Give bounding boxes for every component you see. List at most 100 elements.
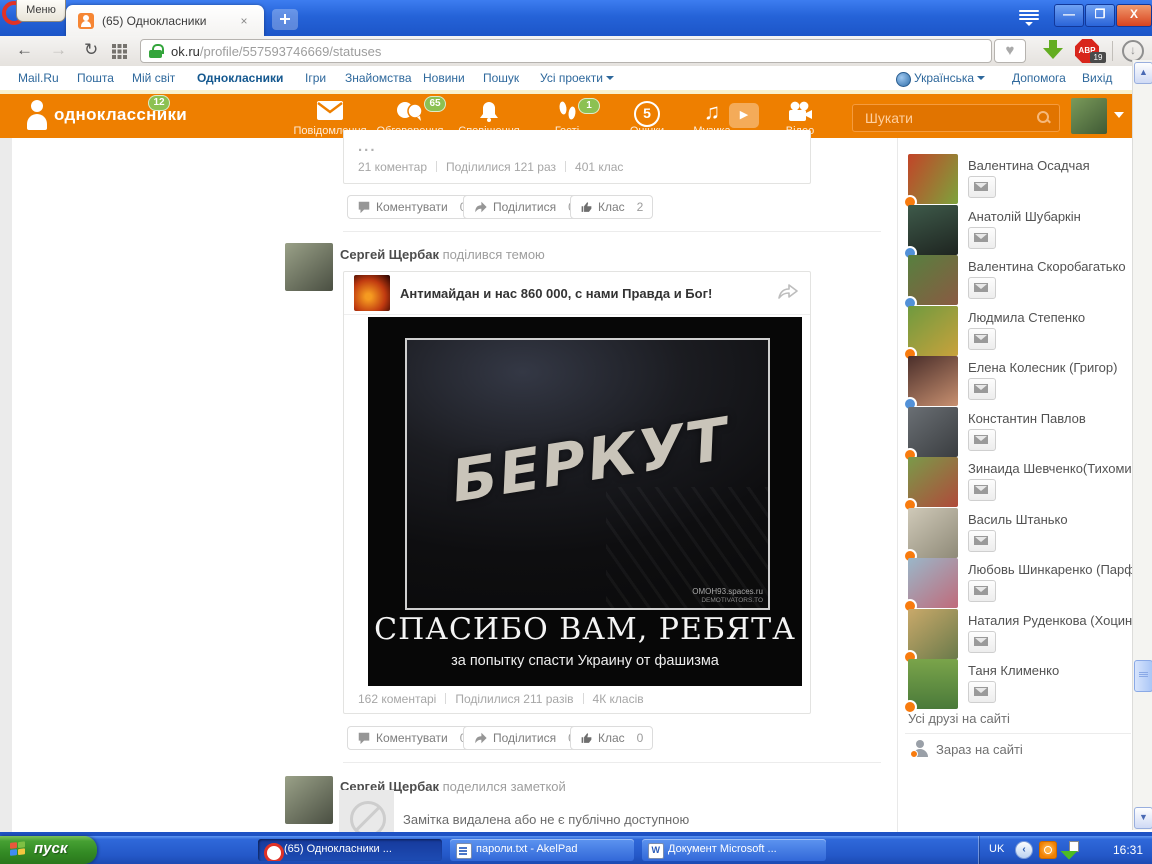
reload-button[interactable]: ↻: [84, 40, 98, 60]
nav-link-search[interactable]: Пошук: [483, 71, 519, 85]
friend-item[interactable]: Анатолій Шубаркін: [908, 205, 1132, 255]
send-message-button[interactable]: [968, 580, 996, 602]
friend-photo[interactable]: [908, 609, 958, 659]
friend-item[interactable]: Любовь Шинкаренко (Парф...: [908, 558, 1132, 608]
scroll-up-button[interactable]: ▲: [1134, 62, 1152, 84]
profile-dropdown-icon[interactable]: [1114, 112, 1124, 118]
friend-item[interactable]: Людмила Степенко: [908, 306, 1132, 356]
tray-downloader-icon[interactable]: [1063, 841, 1079, 857]
friend-name-link[interactable]: Людмила Степенко: [968, 310, 1132, 325]
nav-link-news[interactable]: Новини: [423, 71, 465, 85]
nav-link-myworld[interactable]: Мій світ: [132, 71, 175, 85]
friend-photo[interactable]: [908, 407, 958, 457]
nav-link-dating[interactable]: Знайомства: [345, 71, 412, 85]
likes-count-link[interactable]: 4К класів: [593, 692, 644, 706]
send-message-button[interactable]: [968, 479, 996, 501]
all-friends-link[interactable]: Усі друзі на сайті: [908, 711, 1010, 726]
like-button[interactable]: Клас0: [570, 726, 653, 750]
logout-link[interactable]: Вихід: [1082, 71, 1112, 85]
send-message-button[interactable]: [968, 328, 996, 350]
share-button[interactable]: Поділитися0: [463, 726, 585, 750]
new-tab-button[interactable]: [272, 9, 298, 30]
tab-menu-icon[interactable]: [1016, 8, 1042, 28]
friend-name-link[interactable]: Любовь Шинкаренко (Парф...: [968, 562, 1132, 577]
browser-menu-button[interactable]: Меню: [16, 0, 66, 22]
send-message-button[interactable]: [968, 429, 996, 451]
friend-photo[interactable]: [908, 457, 958, 507]
friend-photo[interactable]: [908, 306, 958, 356]
friend-name-link[interactable]: Валентина Осадчая: [968, 158, 1132, 173]
help-link[interactable]: Допомога: [1012, 71, 1066, 85]
friend-photo[interactable]: [908, 205, 958, 255]
nav-link-all-projects[interactable]: Усі проекти: [540, 71, 614, 85]
forward-button[interactable]: →: [50, 40, 67, 60]
page-scrollbar[interactable]: ▲ ▼: [1132, 60, 1152, 830]
comments-count-link[interactable]: 162 коментарі: [358, 692, 436, 706]
send-message-button[interactable]: [968, 227, 996, 249]
post-image[interactable]: БЕРКУТ OMOH93.spaces.ru DEMOTIVATORS.TO …: [368, 317, 802, 686]
window-minimize-button[interactable]: —: [1054, 4, 1084, 27]
friend-name-link[interactable]: Наталия Руденкова (Хоцин...: [968, 613, 1132, 628]
taskbar-task-opera[interactable]: (65) Однокласники ...: [258, 839, 442, 861]
friend-item[interactable]: Константин Павлов: [908, 407, 1132, 457]
friend-item[interactable]: Валентина Осадчая: [908, 154, 1132, 204]
taskbar-task-word[interactable]: Документ Microsoft ...: [642, 839, 826, 861]
taskbar-clock[interactable]: 16:31: [1113, 843, 1143, 857]
friend-name-link[interactable]: Константин Павлов: [968, 411, 1132, 426]
friend-name-link[interactable]: Елена Колесник (Григор): [968, 360, 1132, 375]
repost-arrow-icon[interactable]: [776, 282, 798, 307]
topic-title-link[interactable]: Антимайдан и нас 860 000, с нами Правда …: [400, 286, 712, 301]
bookmark-heart-button[interactable]: ♥: [994, 39, 1026, 63]
online-now-link[interactable]: Зараз на сайті: [936, 742, 1023, 757]
tab-close-icon[interactable]: ×: [236, 13, 252, 29]
start-button[interactable]: пуск: [0, 836, 97, 864]
likes-count-link[interactable]: 401 клас: [575, 160, 623, 174]
send-message-button[interactable]: [968, 277, 996, 299]
taskbar-task-akelpad[interactable]: пароли.txt - AkelPad: [450, 839, 634, 861]
friend-name-link[interactable]: Анатолій Шубаркін: [968, 209, 1132, 224]
friend-name-link[interactable]: Зинаида Шевченко(Тихоми...: [968, 461, 1132, 476]
search-box[interactable]: [852, 104, 1060, 132]
friend-name-link[interactable]: Василь Штанько: [968, 512, 1132, 527]
player-play-button[interactable]: ▶: [729, 103, 759, 128]
browser-tab[interactable]: (65) Однокласники ×: [66, 5, 264, 36]
friend-photo[interactable]: [908, 255, 958, 305]
post-author-link[interactable]: Сергей Щербак: [340, 247, 439, 262]
friend-photo[interactable]: [908, 508, 958, 558]
comments-count-link[interactable]: 21 коментар: [358, 160, 427, 174]
address-bar[interactable]: ok.ru/profile/557593746669/statuses: [140, 39, 992, 63]
friend-photo[interactable]: [908, 659, 958, 709]
language-indicator[interactable]: UK: [989, 843, 1004, 855]
downloads-button[interactable]: ↓: [1122, 40, 1144, 62]
send-message-button[interactable]: [968, 631, 996, 653]
nav-link-mailru[interactable]: Mail.Ru: [18, 71, 59, 85]
nav-link-games[interactable]: Ігри: [305, 71, 326, 85]
tray-orange-app-icon[interactable]: [1039, 841, 1057, 859]
like-button[interactable]: Клас2: [570, 195, 653, 219]
friend-item[interactable]: Зинаида Шевченко(Тихоми...: [908, 457, 1132, 507]
comment-button[interactable]: Коментувати0: [347, 195, 476, 219]
window-maximize-button[interactable]: ❐: [1085, 4, 1115, 27]
friend-photo[interactable]: [908, 558, 958, 608]
language-selector[interactable]: Українська: [914, 71, 985, 85]
friend-item[interactable]: Наталия Руденкова (Хоцин...: [908, 609, 1132, 659]
friend-item[interactable]: Елена Колесник (Григор): [908, 356, 1132, 406]
scroll-down-button[interactable]: ▼: [1134, 807, 1152, 829]
friend-name-link[interactable]: Таня Клименко: [968, 663, 1132, 678]
scrollbar-thumb[interactable]: [1134, 660, 1152, 692]
window-close-button[interactable]: X: [1116, 4, 1152, 27]
search-input[interactable]: [863, 107, 1027, 129]
post-author-avatar[interactable]: [285, 243, 333, 291]
shares-count-link[interactable]: Поділилися 211 разів: [455, 692, 573, 706]
search-icon[interactable]: [1037, 111, 1051, 125]
friend-item[interactable]: Таня Клименко: [908, 659, 1132, 709]
nav-link-mail[interactable]: Пошта: [77, 71, 114, 85]
friend-photo[interactable]: [908, 356, 958, 406]
friend-item[interactable]: Валентина Скоробагатько: [908, 255, 1132, 305]
download-extension-icon[interactable]: [1043, 40, 1063, 60]
ok-logo-icon[interactable]: [26, 100, 48, 132]
user-avatar[interactable]: [1071, 98, 1107, 134]
post-author-avatar[interactable]: [285, 776, 333, 824]
tray-chevron-button[interactable]: ‹: [1015, 841, 1033, 859]
shares-count-link[interactable]: Поділилися 121 раз: [446, 160, 556, 174]
